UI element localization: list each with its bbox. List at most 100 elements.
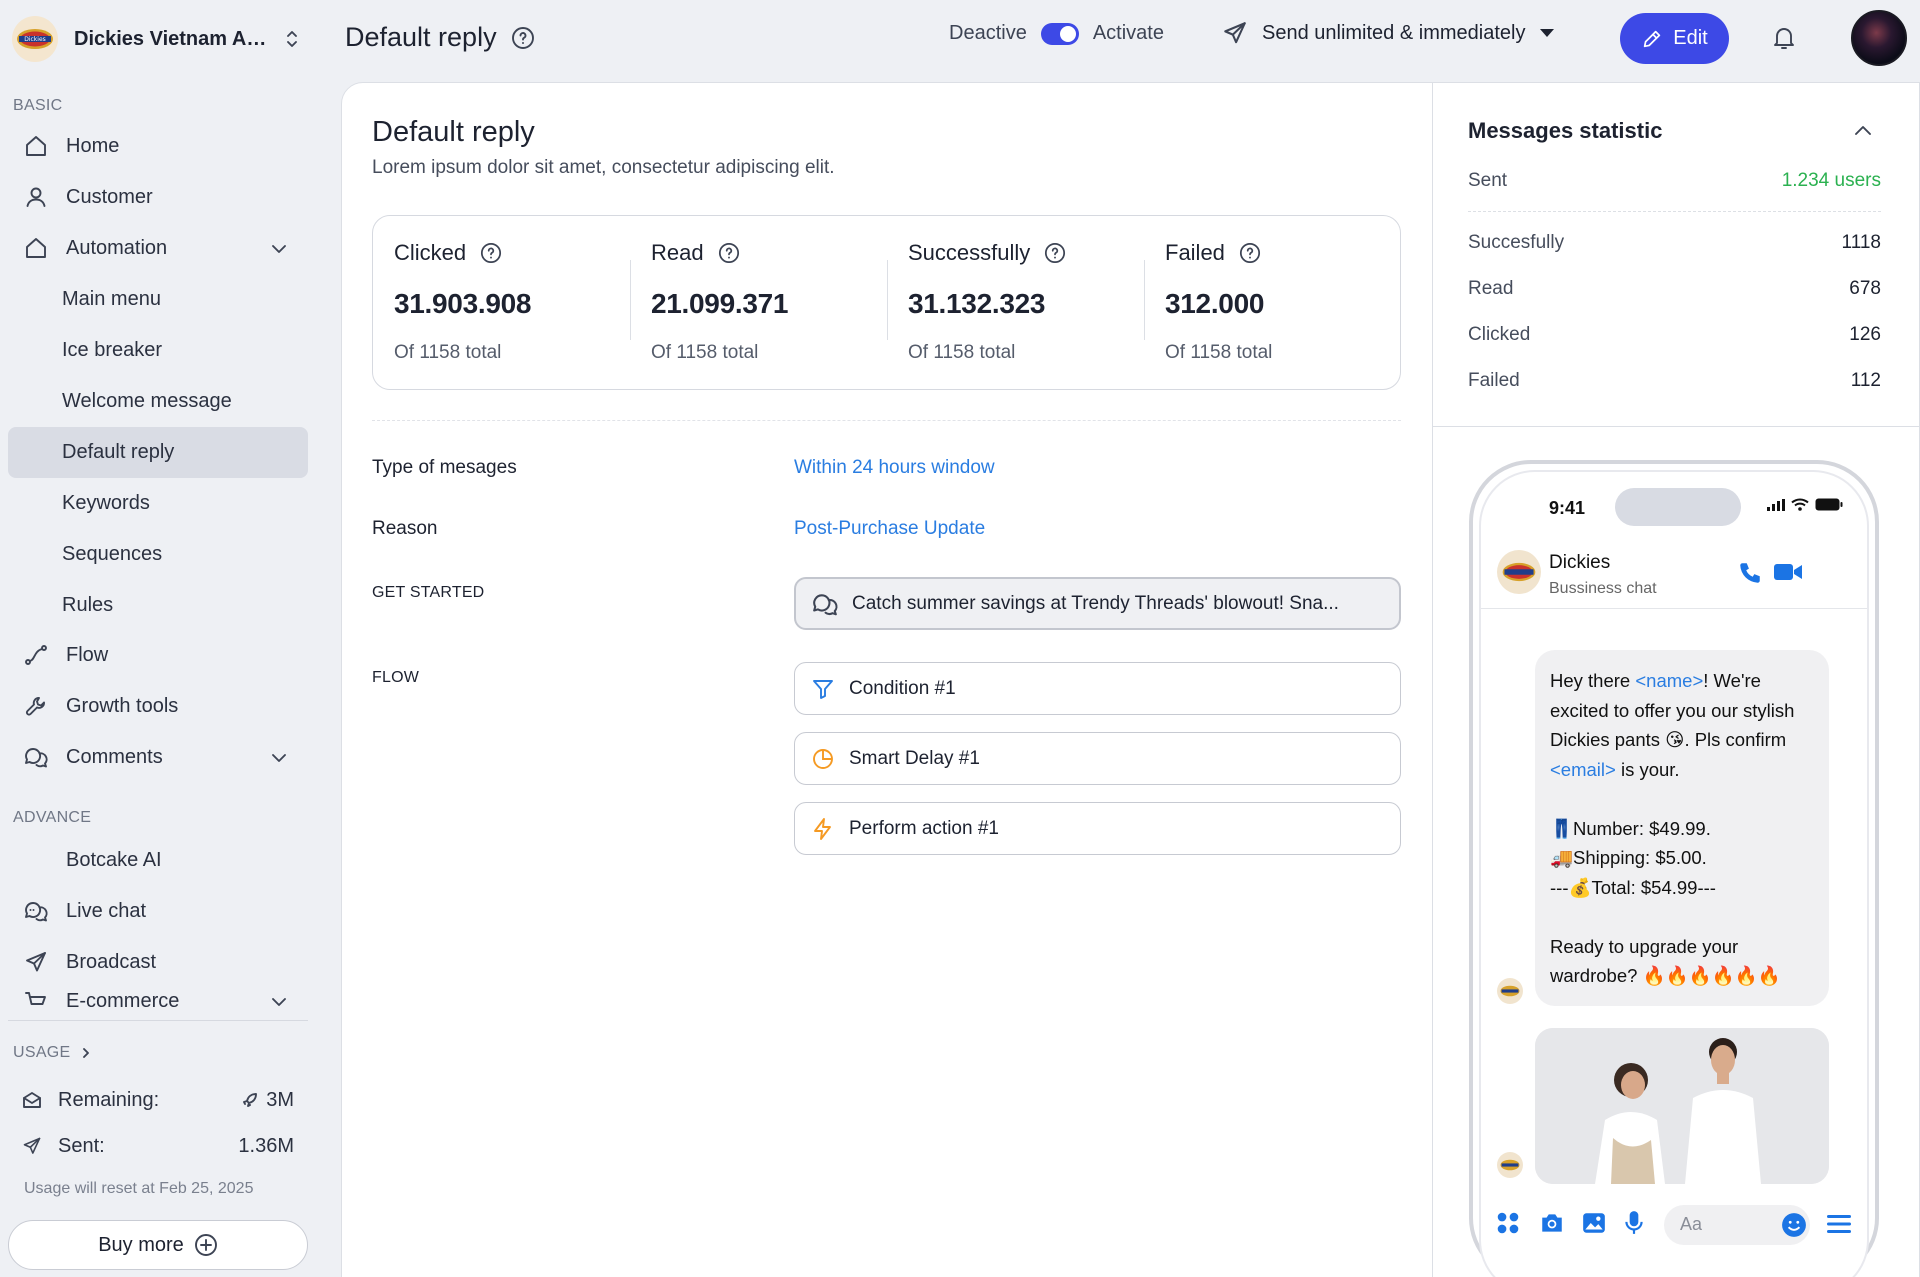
flow-item-smart-delay[interactable]: Smart Delay #1	[794, 732, 1401, 785]
content-description: Lorem ipsum dolor sit amet, consectetur …	[372, 157, 835, 178]
sidebar-item-growth-tools[interactable]: Growth tools	[8, 681, 308, 732]
reason-value-link[interactable]: Post-Purchase Update	[794, 518, 985, 540]
help-icon[interactable]	[718, 242, 740, 264]
usage-header[interactable]: USAGE	[13, 1044, 93, 1062]
camera-icon[interactable]	[1539, 1210, 1565, 1236]
contact-status: Bussiness chat	[1549, 580, 1657, 597]
sidebar-item-comments[interactable]: Comments	[8, 732, 308, 783]
phone-screen: 9:41 Dickies Bussiness chat Hey there <n…	[1479, 470, 1869, 1277]
stats-card: Clicked 31.903.908 Of 1158 total Read 21…	[372, 215, 1401, 390]
cart-icon	[25, 992, 46, 1005]
sidebar-item-sequences[interactable]: Sequences	[8, 529, 308, 580]
send-mode-dropdown[interactable]: Send unlimited & immediately	[1222, 20, 1555, 46]
bell-icon[interactable]	[1772, 25, 1796, 51]
sidebar-divider	[8, 1020, 308, 1021]
help-icon[interactable]	[1044, 242, 1066, 264]
avatar[interactable]	[1851, 10, 1907, 66]
help-icon[interactable]	[511, 26, 535, 50]
stat-read: Read 21.099.371 Of 1158 total	[630, 216, 887, 391]
filter-icon	[813, 679, 833, 699]
stat-value: 31.132.323	[908, 288, 1046, 319]
emoji-icon[interactable]	[1781, 1212, 1807, 1238]
product-image[interactable]	[1535, 1028, 1829, 1184]
activation-toggle-group: Deactive Activate	[949, 22, 1164, 45]
sidebar-item-default-reply[interactable]: Default reply	[8, 427, 308, 478]
sidebar-item-label: Rules	[62, 594, 114, 616]
pencil-icon	[1644, 30, 1661, 47]
sidebar-item-e-commerce[interactable]: E-commerce	[8, 990, 308, 1016]
flow-item-perform-action[interactable]: Perform action #1	[794, 802, 1401, 855]
wifi-icon	[1791, 498, 1809, 511]
flow-item-label: Smart Delay #1	[849, 747, 980, 769]
workspace-name: Dickies Vietnam Aut...	[74, 27, 274, 50]
chevron-updown-icon[interactable]	[284, 28, 300, 50]
help-icon[interactable]	[480, 242, 502, 264]
apps-icon[interactable]	[1495, 1210, 1521, 1236]
sidebar-item-keywords[interactable]: Keywords	[8, 478, 308, 529]
edit-button[interactable]: Edit	[1620, 13, 1729, 64]
reason-label: Reason	[372, 518, 438, 539]
sidebar-item-automation[interactable]: Automation	[8, 223, 308, 274]
chat-composer: Aa	[1481, 1194, 1867, 1254]
stat-subtext: Of 1158 total	[651, 342, 759, 363]
send-icon	[26, 952, 46, 972]
sidebar-item-rules[interactable]: Rules	[8, 580, 308, 631]
ms-row-successfully: Succesfully 1118	[1468, 232, 1881, 254]
chat-header: Dickies Bussiness chat	[1481, 534, 1867, 609]
flow-icon	[25, 645, 47, 665]
sidebar-item-ice-breaker[interactable]: Ice breaker	[8, 325, 308, 376]
sidebar-item-label: Botcake AI	[66, 849, 162, 871]
sidebar: Dickies Dickies Vietnam Aut... BASIC Hom…	[0, 0, 318, 1277]
ms-row-clicked: Clicked 126	[1468, 324, 1881, 346]
chevron-down-icon[interactable]	[270, 993, 288, 1011]
chevron-down-icon[interactable]	[270, 240, 288, 258]
activate-toggle[interactable]	[1040, 22, 1079, 45]
messages-statistic-title: Messages statistic	[1468, 118, 1663, 143]
ms-row-failed: Failed 112	[1468, 370, 1881, 392]
user-icon	[26, 187, 46, 207]
type-label: Type of mesages	[372, 457, 517, 478]
chevron-up-icon[interactable]	[1852, 120, 1874, 142]
phone-time: 9:41	[1549, 498, 1586, 518]
sidebar-item-main-menu[interactable]: Main menu	[8, 274, 308, 325]
gallery-icon[interactable]	[1581, 1210, 1607, 1236]
video-call-icon[interactable]	[1773, 560, 1803, 584]
live-chat-icon	[25, 902, 48, 922]
sidebar-item-botcake-ai[interactable]: Botcake AI	[8, 835, 308, 886]
sidebar-item-welcome-message[interactable]: Welcome message	[8, 376, 308, 427]
wrench-icon	[26, 697, 45, 716]
stat-subtext: Of 1158 total	[908, 342, 1016, 363]
ms-label: Failed	[1468, 370, 1520, 391]
sidebar-item-home[interactable]: Home	[8, 121, 308, 172]
microphone-icon[interactable]	[1623, 1210, 1645, 1236]
sender-mini-avatar	[1497, 978, 1523, 1004]
ms-value: 1.234 users	[1781, 170, 1881, 191]
phone-call-icon[interactable]	[1737, 560, 1763, 586]
ms-value: 1118	[1841, 232, 1881, 253]
flow-item-condition[interactable]: Condition #1	[794, 662, 1401, 715]
sidebar-item-flow[interactable]: Flow	[8, 630, 308, 681]
send-mode-label: Send unlimited & immediately	[1262, 21, 1526, 44]
sidebar-item-live-chat[interactable]: Live chat	[8, 886, 308, 937]
ms-row-read: Read 678	[1468, 278, 1881, 300]
sender-mini-avatar	[1497, 1152, 1523, 1178]
type-value-link[interactable]: Within 24 hours window	[794, 457, 995, 479]
menu-icon[interactable]	[1827, 1213, 1851, 1235]
chevron-down-icon[interactable]	[270, 749, 288, 767]
workspace-switcher[interactable]: Dickies Dickies Vietnam Aut...	[8, 12, 308, 66]
battery-icon	[1815, 498, 1843, 511]
ms-sent-row: Sent 1.234 users	[1468, 170, 1881, 192]
ms-label: Read	[1468, 278, 1514, 299]
sidebar-item-customer[interactable]: Customer	[8, 172, 308, 223]
get-started-message-text: Catch summer savings at Trendy Threads' …	[852, 592, 1339, 614]
page-title-text: Default reply	[345, 22, 497, 52]
sidebar-item-broadcast[interactable]: Broadcast	[8, 937, 308, 988]
edit-label: Edit	[1673, 27, 1708, 49]
help-icon[interactable]	[1239, 242, 1261, 264]
section-label-advance: ADVANCE	[13, 809, 92, 826]
activate-label: Activate	[1092, 22, 1164, 44]
ms-value: 678	[1849, 278, 1881, 299]
stat-label: Read	[651, 240, 704, 265]
buy-more-button[interactable]: Buy more	[8, 1220, 308, 1270]
get-started-message[interactable]: Catch summer savings at Trendy Threads' …	[794, 577, 1401, 630]
